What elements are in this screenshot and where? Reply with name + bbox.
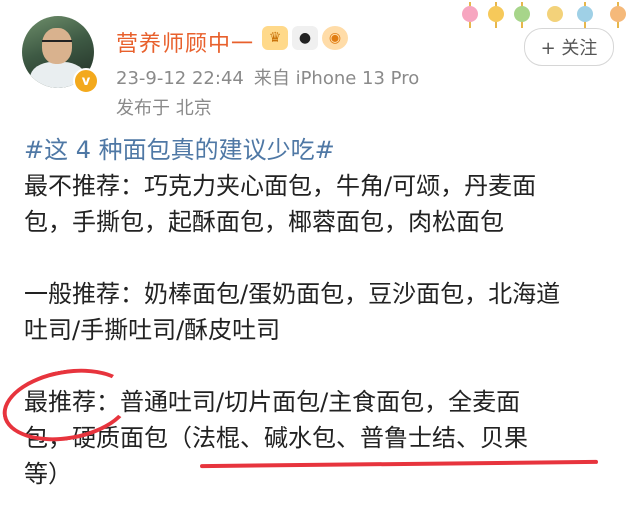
post-header: v 营养师顾中一 ♛ ● ◉ 23-9-12 22:44 来自 iPhone 13… — [0, 0, 640, 120]
bubble-icon — [577, 6, 593, 22]
post-source: 来自 iPhone 13 Pro — [253, 68, 420, 89]
crown-badge-icon[interactable]: ♛ — [262, 26, 288, 50]
star-icon — [488, 6, 504, 22]
section2-line2: 吐司/手撕吐司/酥皮吐司 — [24, 316, 281, 344]
decorative-card-icons — [455, 0, 640, 28]
topic-hashtag-link[interactable]: #这 4 种面包真的建议少吃# — [24, 132, 624, 168]
candy-icon — [462, 6, 478, 22]
user-badges: ♛ ● ◉ — [262, 26, 348, 50]
author-name[interactable]: 营养师顾中一 — [116, 26, 254, 58]
leaf-icon — [514, 6, 530, 22]
fish-badge-icon[interactable]: ◉ — [322, 26, 348, 50]
verified-badge-icon: v — [73, 68, 99, 94]
avatar-glasses — [42, 40, 72, 50]
section1-line1: 最不推荐：巧克力夹心面包，牛角/可颂，丹麦面 — [24, 172, 537, 200]
post-location: 发布于 北京 — [116, 98, 212, 119]
flower-icon — [610, 6, 626, 22]
panda-badge-icon[interactable]: ● — [292, 26, 318, 50]
post-meta: 23-9-12 22:44 来自 iPhone 13 Pro — [116, 64, 419, 90]
post-timestamp[interactable]: 23-9-12 22:44 — [116, 68, 244, 89]
follow-button[interactable]: + 关注 — [524, 28, 614, 66]
coin-icon — [547, 6, 563, 22]
post-content: #这 4 种面包真的建议少吃# 最不推荐：巧克力夹心面包，牛角/可颂，丹麦面 包… — [24, 132, 624, 492]
section1-line2: 包，手撕包，起酥面包，椰蓉面包，肉松面包 — [24, 208, 504, 236]
section3-line2: 包，硬质面包（法棍、碱水包、普鲁士结、贝果 — [24, 424, 528, 452]
section2-line1: 一般推荐：奶棒面包/蛋奶面包，豆沙面包，北海道 — [24, 280, 561, 308]
